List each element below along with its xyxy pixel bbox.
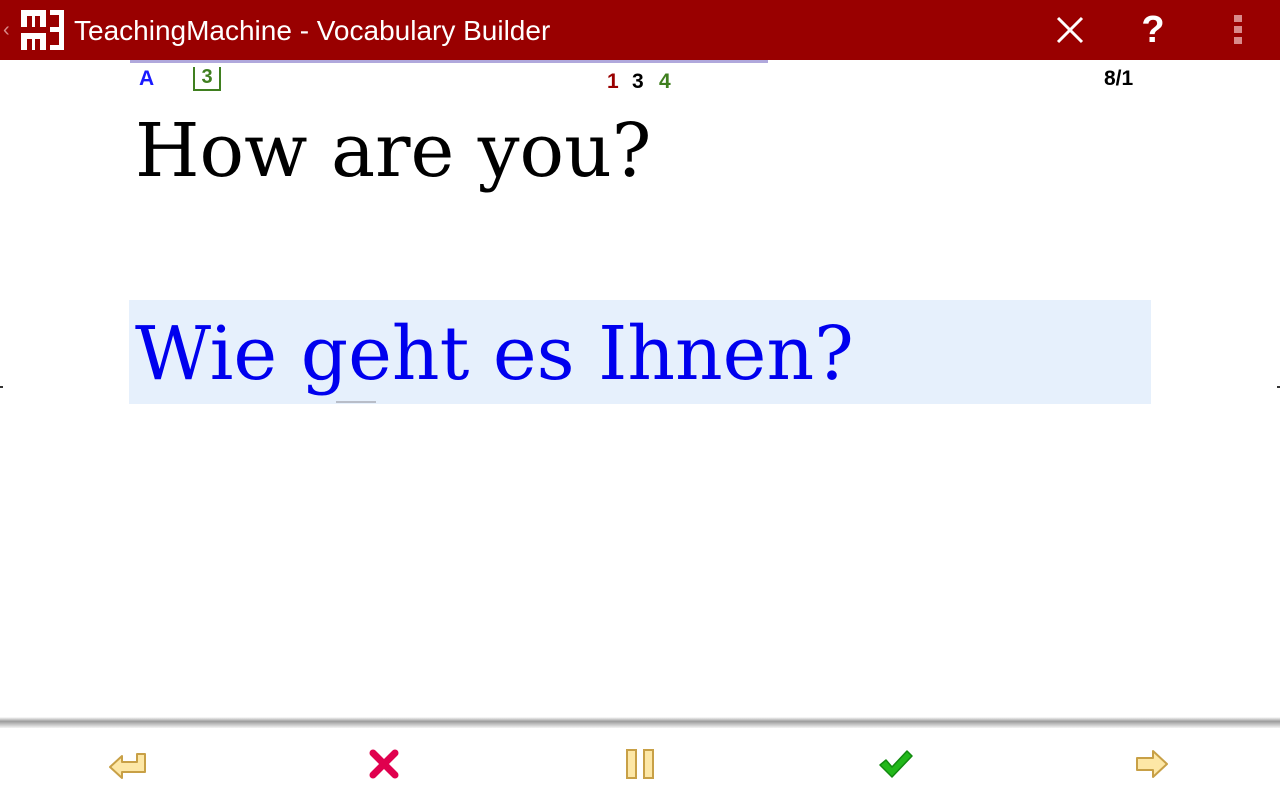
wrong-button[interactable] xyxy=(256,728,512,800)
next-button[interactable] xyxy=(1024,728,1280,800)
left-edge-tick xyxy=(0,386,3,388)
close-button[interactable] xyxy=(1038,0,1102,60)
lesson-indicator[interactable]: 3 xyxy=(193,67,221,91)
back-button[interactable] xyxy=(0,728,256,800)
app-title: TeachingMachine - Vocabulary Builder xyxy=(74,15,551,46)
answer-area[interactable]: Wie geht es Ihnen? xyxy=(129,300,1151,404)
correct-icon xyxy=(879,750,913,778)
text-cursor-mark xyxy=(336,401,376,403)
bottom-bar-separator xyxy=(0,717,1280,728)
action-bar: ‹ TeachingMachine - Vocabulary Builder ? xyxy=(0,0,1280,60)
app-logo-icon[interactable] xyxy=(19,8,67,52)
lesson-number: 3 xyxy=(201,66,213,88)
back-icon xyxy=(109,753,146,779)
pause-icon xyxy=(626,749,654,779)
pause-button[interactable] xyxy=(512,728,768,800)
next-icon xyxy=(1136,750,1168,778)
correct-button[interactable] xyxy=(768,728,1024,800)
answer-text: Wie geht es Ihnen? xyxy=(135,311,854,397)
progress-line xyxy=(130,60,768,63)
box-count-1: 1 xyxy=(607,70,619,93)
help-icon: ? xyxy=(1141,9,1165,51)
box-count-3: 4 xyxy=(659,70,671,93)
wrong-icon xyxy=(369,749,399,779)
up-caret-icon[interactable]: ‹ xyxy=(3,20,10,40)
close-icon xyxy=(1056,16,1084,44)
help-button[interactable]: ? xyxy=(1121,0,1185,60)
overflow-menu-button[interactable] xyxy=(1206,0,1270,60)
question-text: How are you? xyxy=(135,108,652,194)
mode-letter[interactable]: A xyxy=(139,66,154,92)
card-position: 8/1 xyxy=(1104,67,1134,90)
bottom-bar xyxy=(0,728,1280,800)
box-count-2: 3 xyxy=(632,70,644,93)
overflow-menu-icon xyxy=(1234,15,1242,44)
